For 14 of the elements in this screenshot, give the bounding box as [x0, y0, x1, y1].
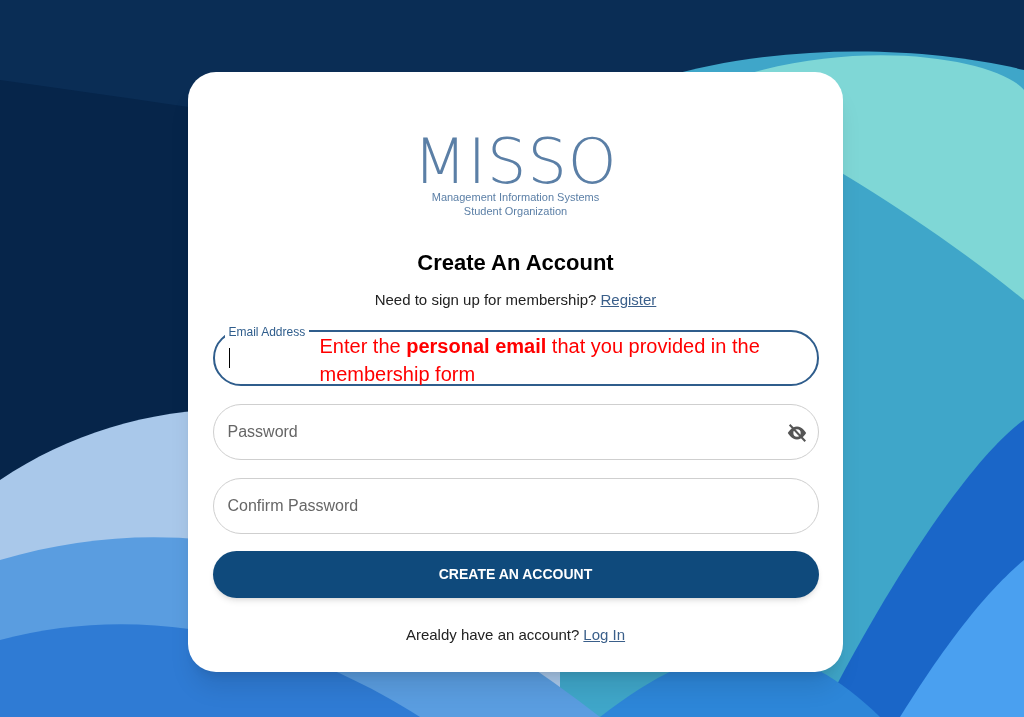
text-cursor [228, 347, 230, 368]
signup-prompt: Need to sign up for membership? [374, 290, 597, 310]
login-link[interactable]: Log In [583, 623, 626, 646]
logo-subtitle: Management Information Systems [431, 190, 600, 204]
logo-title: MISSO [413, 134, 618, 190]
field-placeholder: Password [227, 421, 298, 442]
field-placeholder: Confirm Password [227, 495, 359, 516]
login-prompt: Arealdy have an account? [405, 624, 580, 645]
page-heading: Create An Account [417, 249, 614, 277]
register-link[interactable]: Register [600, 289, 657, 312]
create-account-button[interactable]: CREATE AN ACCOUNT [212, 550, 819, 598]
eye-slash-icon[interactable] [785, 421, 808, 444]
logo-subtitle: Student Organization [463, 204, 568, 218]
annotation-text: Enter the personal email that you provided in the membership form [319, 333, 761, 387]
